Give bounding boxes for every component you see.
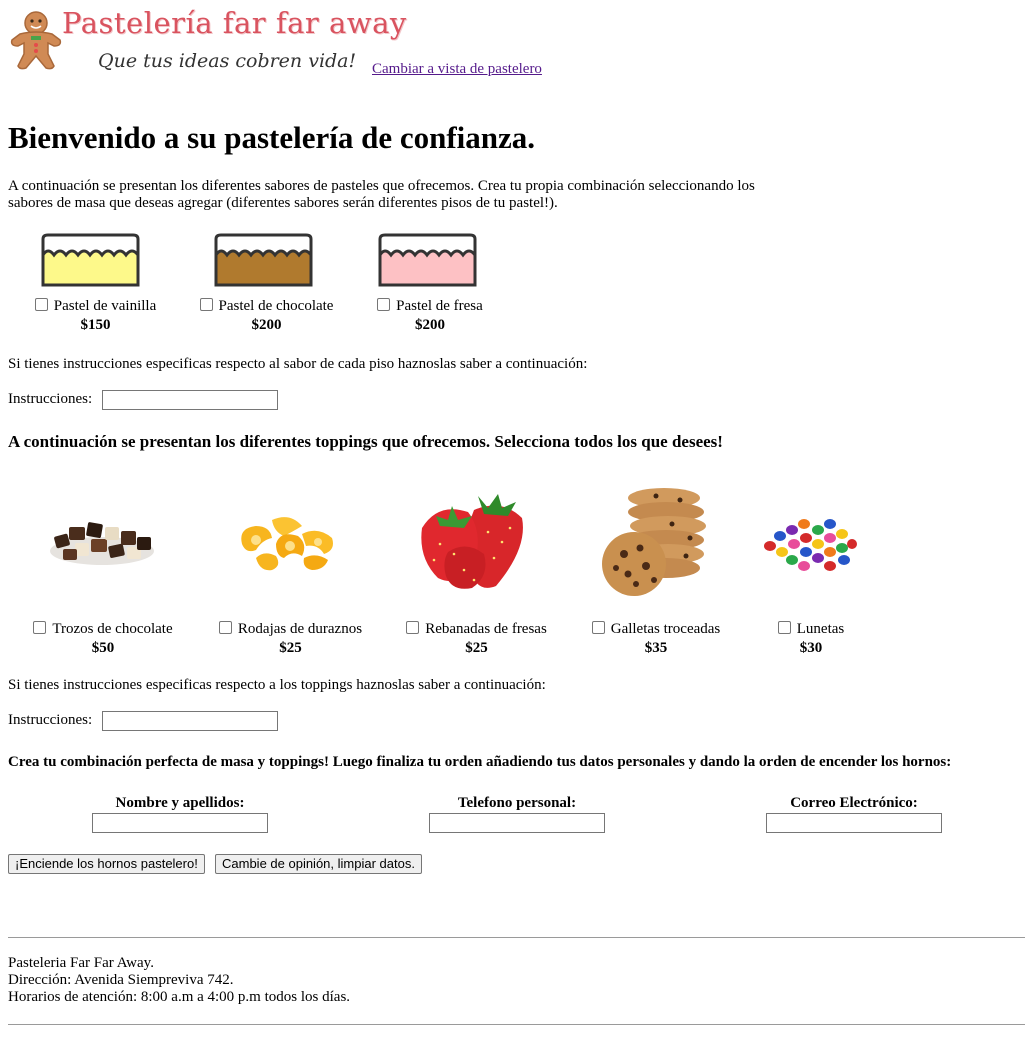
- candy-icon: [758, 512, 858, 578]
- footer-divider-bottom: [8, 1024, 1025, 1025]
- phone-label: Telefono personal:: [457, 795, 577, 811]
- intro-text: A continuación se presentan los diferent…: [8, 178, 755, 211]
- footer-divider-top: [8, 937, 1025, 938]
- name-label: Nombre y apellidos:: [115, 795, 245, 811]
- flavor-label: Pastel de fresa: [396, 298, 483, 314]
- phone-input[interactable]: [429, 813, 605, 833]
- vanilla-checkbox[interactable]: [34, 298, 48, 312]
- topping-label: Rodajas de duraznos: [237, 621, 363, 637]
- topping-price: $35: [644, 640, 668, 656]
- strawberry-slices-checkbox[interactable]: [406, 621, 420, 635]
- lunetas-checkbox[interactable]: [777, 621, 791, 635]
- flavor-label: Pastel de chocolate: [218, 298, 334, 314]
- topping-price: $25: [465, 640, 488, 656]
- footer: Pasteleria Far Far Away. Dirección: Aven…: [8, 955, 350, 1006]
- flavor-chocolate: Pastel de chocolate $200: [193, 298, 340, 334]
- toppings-instructions-input[interactable]: [102, 711, 278, 731]
- vanilla-cake-icon: [40, 233, 142, 288]
- final-instructions-text: Crea tu combinación perfecta de masa y t…: [8, 754, 952, 770]
- topping-lunetas: Lunetas $30: [758, 621, 864, 657]
- email-input[interactable]: [766, 813, 942, 833]
- site-title: Pastelería far far away: [62, 6, 407, 40]
- email-label: Correo Electrónico:: [790, 795, 918, 811]
- topping-peaches: Rodajas de duraznos $25: [212, 621, 369, 657]
- chocolate-pieces-checkbox[interactable]: [33, 621, 47, 635]
- toppings-heading: A continuación se presentan los diferent…: [8, 432, 723, 451]
- flavor-instructions-input[interactable]: [102, 390, 278, 410]
- reset-form-button[interactable]: Cambie de opinión, limpiar datos.: [215, 854, 422, 874]
- topping-label: Galletas troceadas: [610, 621, 721, 637]
- footer-address: Dirección: Avenida Siempreviva 742.: [8, 972, 234, 988]
- flavor-price: $200: [415, 317, 445, 333]
- strawberry-cake-icon: [377, 233, 479, 288]
- flavor-label: Pastel de vainilla: [53, 298, 157, 314]
- topping-label: Rebanadas de fresas: [425, 621, 547, 637]
- topping-price: $30: [799, 640, 823, 656]
- topping-strawberries: Rebanadas de fresas $25: [400, 621, 553, 657]
- topping-chocolate: Trozos de chocolate $50: [28, 621, 178, 657]
- topping-label: Lunetas: [796, 621, 845, 637]
- topping-label: Trozos de chocolate: [52, 621, 173, 637]
- flavor-price: $150: [80, 317, 111, 333]
- peach-slices-checkbox[interactable]: [218, 621, 232, 635]
- flavor-instructions-text: Si tienes instrucciones especificas resp…: [8, 356, 588, 372]
- topping-price: $50: [91, 640, 115, 656]
- chocolate-pieces-icon: [45, 505, 160, 575]
- cookies-checkbox[interactable]: [591, 621, 605, 635]
- strawberries-icon: [418, 488, 530, 594]
- toppings-instructions-label: Instrucciones:: [8, 712, 93, 728]
- flavor-instructions-label: Instrucciones:: [8, 391, 93, 407]
- cookies-icon: [600, 486, 710, 598]
- peach-slices-icon: [232, 510, 342, 576]
- chocolate-checkbox[interactable]: [199, 298, 213, 312]
- flavor-vanilla: Pastel de vainilla $150: [28, 298, 163, 334]
- footer-name: Pasteleria Far Far Away.: [8, 955, 154, 971]
- toppings-instructions-text: Si tienes instrucciones especificas resp…: [8, 677, 546, 693]
- chocolate-cake-icon: [213, 233, 315, 288]
- flavor-strawberry: Pastel de fresa $200: [371, 298, 489, 334]
- submit-order-button[interactable]: ¡Enciende los hornos pastelero!: [8, 854, 205, 874]
- strawberry-checkbox[interactable]: [377, 298, 391, 312]
- site-tagline: Que tus ideas cobren vida!: [98, 50, 357, 72]
- name-input[interactable]: [92, 813, 268, 833]
- page-title: Bienvenido a su pastelería de confianza.: [8, 120, 536, 155]
- topping-price: $25: [279, 640, 302, 656]
- topping-cookies: Galletas troceadas $35: [586, 621, 726, 657]
- flavor-price: $200: [251, 317, 282, 333]
- logo-icon: [10, 10, 62, 70]
- footer-hours: Horarios de atención: 8:00 a.m a 4:00 p.…: [8, 989, 351, 1005]
- switch-to-baker-view-link[interactable]: Cambiar a vista de pastelero: [372, 61, 542, 78]
